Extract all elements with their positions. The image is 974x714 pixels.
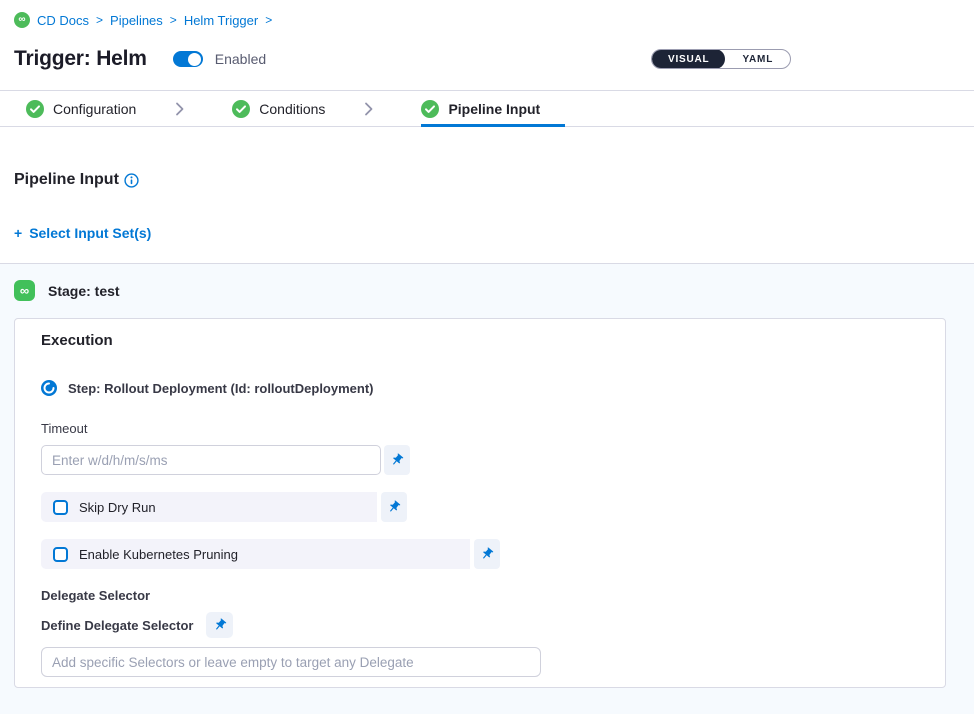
pushpin-icon [480, 547, 494, 561]
tab-pipeline-input[interactable]: Pipeline Input [421, 91, 565, 126]
step-row: Step: Rollout Deployment (Id: rolloutDep… [41, 380, 919, 396]
rollout-step-icon [41, 380, 57, 396]
toggle-knob [188, 53, 201, 66]
enable-kubernetes-pruning-checkbox[interactable] [53, 547, 68, 562]
pushpin-icon [387, 500, 401, 514]
tab-configuration[interactable]: Configuration [26, 91, 161, 126]
page-title: Trigger: Helm [14, 47, 147, 71]
delegate-pin-button[interactable] [206, 612, 233, 638]
info-icon[interactable] [124, 173, 139, 188]
tab-label: Configuration [53, 101, 136, 117]
check-circle-icon [421, 100, 439, 118]
breadcrumb-link-cd-docs[interactable]: CD Docs [37, 13, 89, 28]
skip-dry-run-pin-button[interactable] [381, 492, 407, 522]
pushpin-icon [213, 618, 227, 632]
enable-kubernetes-pruning-option[interactable]: Enable Kubernetes Pruning [41, 539, 470, 569]
visual-toggle-button[interactable]: VISUAL [652, 49, 725, 69]
select-input-sets-link[interactable]: +Select Input Set(s) [14, 225, 151, 241]
breadcrumb: ∞ CD Docs > Pipelines > Helm Trigger > [14, 12, 960, 28]
breadcrumb-link-pipelines[interactable]: Pipelines [110, 13, 163, 28]
chevron-right-icon [175, 102, 185, 116]
timeout-input[interactable] [41, 445, 381, 475]
enable-kubernetes-pruning-row: Enable Kubernetes Pruning [41, 539, 919, 569]
check-circle-icon [26, 100, 44, 118]
skip-dry-run-row: Skip Dry Run [41, 492, 919, 522]
checkbox-label: Skip Dry Run [79, 500, 156, 515]
enabled-toggle[interactable] [173, 51, 203, 67]
visual-yaml-toggle: VISUAL YAML [651, 49, 791, 69]
execution-card-title: Execution [41, 332, 919, 349]
title-row: Trigger: Helm Enabled VISUAL YAML [14, 43, 960, 75]
tab-conditions[interactable]: Conditions [232, 91, 350, 126]
breadcrumb-separator: > [170, 13, 177, 27]
breadcrumb-link-helm-trigger[interactable]: Helm Trigger [184, 13, 258, 28]
execution-card: Execution Step: Rollout Deployment (Id: … [14, 318, 946, 688]
breadcrumb-separator: > [96, 13, 103, 27]
stage-label: Stage: test [48, 283, 120, 299]
checkbox-label: Enable Kubernetes Pruning [79, 547, 238, 562]
pushpin-icon [390, 453, 404, 467]
tab-label: Pipeline Input [448, 101, 540, 117]
tab-label: Conditions [259, 101, 325, 117]
skip-dry-run-checkbox[interactable] [53, 500, 68, 515]
harness-cd-icon: ∞ [14, 12, 30, 28]
skip-dry-run-option[interactable]: Skip Dry Run [41, 492, 377, 522]
yaml-toggle-button[interactable]: YAML [725, 54, 790, 65]
stage-input-area: ∞ Stage: test Execution Step: Rollout De… [0, 263, 974, 714]
stage-cd-icon: ∞ [14, 280, 35, 301]
enable-kubernetes-pruning-pin-button[interactable] [474, 539, 500, 569]
stage-row: ∞ Stage: test [14, 264, 960, 301]
page-header: ∞ CD Docs > Pipelines > Helm Trigger > T… [0, 0, 974, 75]
define-delegate-row: Define Delegate Selector [41, 612, 919, 638]
section-heading: Pipeline Input [14, 171, 119, 189]
timeout-label: Timeout [41, 421, 919, 436]
plus-icon: + [14, 225, 22, 241]
step-label: Step: Rollout Deployment (Id: rolloutDep… [68, 381, 374, 396]
timeout-pin-button[interactable] [384, 445, 410, 475]
timeout-field-row [41, 445, 919, 475]
define-delegate-label: Define Delegate Selector [41, 618, 193, 633]
chevron-right-icon [364, 102, 374, 116]
wizard-tabs: Configuration Conditions Pipeline Input [0, 90, 974, 127]
enabled-toggle-label: Enabled [215, 51, 266, 67]
delegate-selectors-input[interactable] [41, 647, 541, 677]
delegate-selector-label: Delegate Selector [41, 588, 919, 603]
breadcrumb-separator: > [265, 13, 272, 27]
check-circle-icon [232, 100, 250, 118]
pipeline-input-section: Pipeline Input +Select Input Set(s) [0, 127, 974, 263]
